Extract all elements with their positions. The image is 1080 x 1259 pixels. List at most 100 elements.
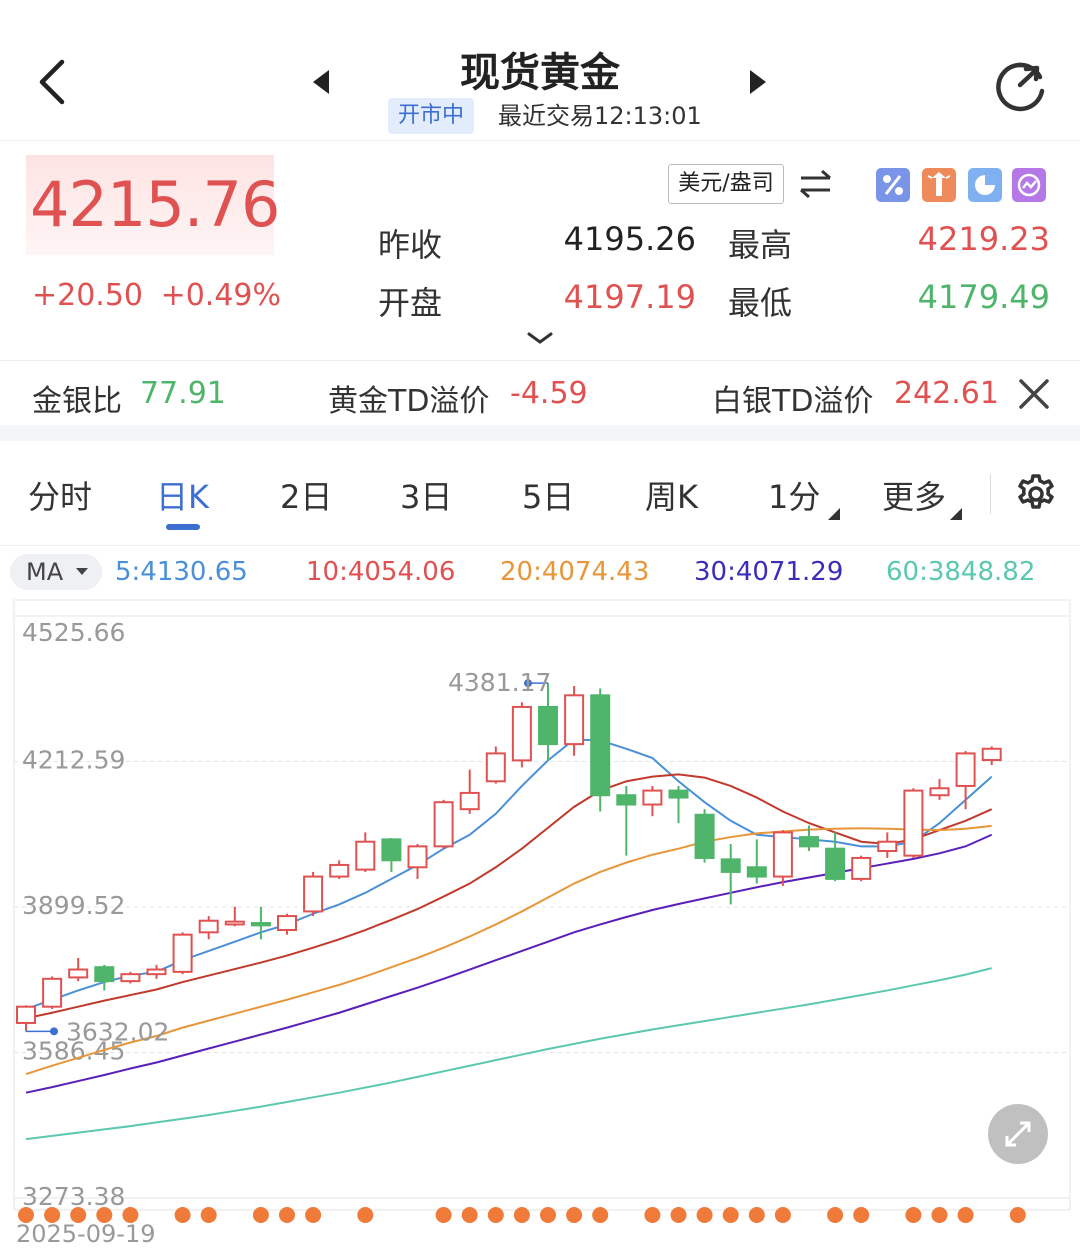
y-tick-label: 4212.59 bbox=[22, 746, 125, 775]
tab-3day[interactable]: 3日 bbox=[400, 472, 452, 518]
event-dot bbox=[592, 1207, 609, 1223]
candle-body bbox=[668, 789, 689, 799]
event-dot bbox=[748, 1207, 765, 1223]
refresh-button[interactable] bbox=[990, 55, 1050, 115]
candle-body bbox=[955, 752, 976, 787]
candle-body bbox=[433, 801, 454, 848]
event-dot bbox=[305, 1207, 322, 1223]
candle-body bbox=[485, 752, 506, 783]
min-marker-dot bbox=[50, 1027, 58, 1036]
candle-body bbox=[94, 966, 115, 983]
candle-body bbox=[564, 694, 585, 746]
candle-body bbox=[42, 977, 63, 1008]
prev-close-label: 昨收 bbox=[378, 226, 443, 264]
tab-2day[interactable]: 2日 bbox=[280, 472, 332, 518]
event-dot bbox=[722, 1207, 739, 1223]
silver-td-premium-value: 242.61 bbox=[894, 376, 999, 411]
close-ratio-bar-button[interactable] bbox=[1016, 376, 1052, 412]
last-trade-time: 最近交易12:13:01 bbox=[498, 102, 702, 130]
next-instrument-button[interactable] bbox=[750, 70, 766, 94]
y-tick-label: 3899.52 bbox=[22, 891, 125, 920]
divider bbox=[0, 545, 1080, 546]
ma-select-label: MA bbox=[26, 558, 64, 586]
gold-silver-ratio-label: 金银比 bbox=[32, 384, 122, 419]
change-percent: +0.49% bbox=[160, 278, 282, 313]
swap-icon bbox=[800, 169, 831, 199]
close-icon bbox=[1019, 379, 1049, 409]
page-title: 现货黄金 bbox=[460, 50, 620, 96]
candle-body bbox=[16, 1005, 36, 1024]
silver-td-premium-label: 白银TD溢价 bbox=[712, 384, 874, 419]
pie-chart-tool-icon[interactable] bbox=[968, 168, 1002, 202]
candle-body bbox=[720, 858, 741, 873]
kline-chart[interactable]: 4525.66 4212.59 3899.52 3586.45 3273.38 4381.… bbox=[0, 598, 1080, 1259]
gold-td-premium-value: -4.59 bbox=[510, 376, 588, 411]
candle-body bbox=[459, 791, 480, 811]
candle-body bbox=[120, 973, 141, 983]
market-status-badge: 开市中 bbox=[388, 98, 475, 134]
event-dot bbox=[644, 1207, 661, 1223]
fullscreen-button[interactable] bbox=[988, 1104, 1048, 1164]
tab-more[interactable]: 更多 bbox=[882, 472, 946, 518]
tab-daily-k[interactable]: 日K bbox=[156, 472, 209, 518]
candle-body bbox=[877, 840, 898, 853]
event-dot bbox=[774, 1207, 791, 1223]
tab-intraday[interactable]: 分时 bbox=[28, 472, 92, 518]
event-dot bbox=[696, 1207, 713, 1223]
low-value: 4179.49 bbox=[917, 278, 1050, 316]
candle-body bbox=[68, 968, 89, 979]
candle-body bbox=[538, 705, 558, 746]
y-tick-label: 4525.66 bbox=[22, 618, 125, 647]
swap-unit-button[interactable] bbox=[798, 168, 834, 200]
event-dot bbox=[200, 1207, 217, 1223]
event-dot bbox=[827, 1207, 844, 1223]
event-dot bbox=[1009, 1207, 1026, 1223]
gold-silver-ratio-value: 77.91 bbox=[140, 376, 226, 411]
candle-body bbox=[329, 863, 350, 878]
candle-body bbox=[198, 919, 219, 934]
high-value: 4219.23 bbox=[917, 220, 1050, 258]
active-tab-indicator bbox=[166, 524, 200, 530]
candle-body bbox=[799, 836, 819, 848]
expand-details-button[interactable] bbox=[526, 330, 554, 346]
trend-tool-icon[interactable] bbox=[1012, 168, 1046, 202]
event-dot bbox=[566, 1207, 583, 1223]
candle-body bbox=[250, 922, 271, 927]
candle-body bbox=[355, 840, 376, 871]
ma-indicator-select[interactable]: MA bbox=[10, 554, 102, 590]
chart-settings-button[interactable] bbox=[1014, 472, 1058, 516]
tab-5day[interactable]: 5日 bbox=[522, 472, 574, 518]
candle-body bbox=[616, 794, 637, 806]
candle-body bbox=[277, 915, 297, 932]
event-dot bbox=[461, 1207, 478, 1223]
ma60-value: 60:3848.82 bbox=[886, 557, 1036, 587]
candle-body bbox=[929, 787, 950, 797]
tab-weekly-k[interactable]: 周K bbox=[645, 472, 698, 518]
y-tick-label: 3273.38 bbox=[22, 1182, 125, 1211]
tab-1min[interactable]: 1分 bbox=[768, 472, 820, 518]
ma30-value: 30:4071.29 bbox=[694, 557, 844, 587]
kline-chart-svg: 4525.664212.593899.523586.453273.384381.… bbox=[13, 599, 1071, 1248]
lighthouse-tool-icon[interactable] bbox=[922, 168, 956, 202]
chevron-down-icon bbox=[527, 332, 553, 344]
divider bbox=[0, 360, 1080, 361]
candle-body bbox=[694, 813, 715, 859]
open-value: 4197.19 bbox=[563, 278, 696, 316]
event-dot bbox=[905, 1207, 922, 1223]
ma-line-ma10 bbox=[25, 773, 993, 1020]
dropdown-corner-icon bbox=[950, 508, 962, 520]
open-label: 开盘 bbox=[378, 284, 443, 322]
event-dot bbox=[174, 1207, 191, 1223]
candle-body bbox=[381, 838, 402, 862]
candle-body bbox=[851, 856, 872, 880]
gold-td-premium-label: 黄金TD溢价 bbox=[328, 384, 490, 419]
candle-body bbox=[590, 694, 611, 797]
event-dot bbox=[670, 1207, 687, 1223]
percent-tool-icon[interactable] bbox=[876, 168, 910, 202]
price-change: +20.50 +0.49% bbox=[32, 278, 281, 313]
ma-line-ma60 bbox=[25, 967, 992, 1141]
unit-toggle[interactable]: 美元/盎司 bbox=[668, 164, 784, 204]
event-dot bbox=[487, 1207, 504, 1223]
prev-close-value: 4195.26 bbox=[563, 220, 696, 258]
divider bbox=[0, 140, 1080, 141]
